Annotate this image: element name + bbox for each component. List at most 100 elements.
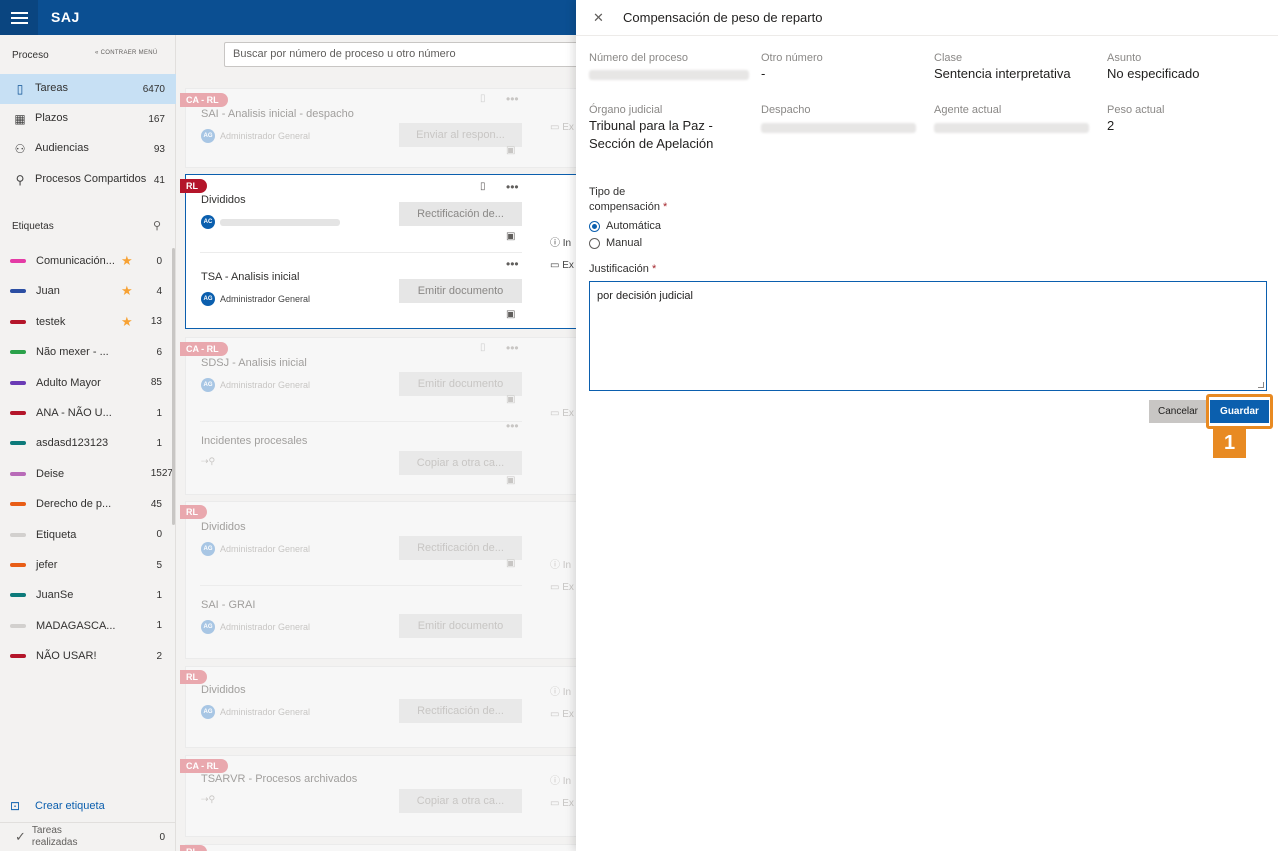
field-label: Agente actual (934, 104, 1002, 116)
tag-count: 1527 (150, 468, 173, 480)
side-info: ▭ Ex (550, 408, 574, 419)
tag-label: testek (36, 315, 66, 328)
task-action-button[interactable]: Emitir documento (399, 279, 522, 303)
tags-heading: Etiquetas (12, 221, 54, 232)
more-options-icon[interactable]: ••• (506, 257, 519, 271)
justification-textarea[interactable]: por decisión judicial (589, 281, 1267, 391)
tag-item[interactable]: Comunicación... ★ 0 (0, 251, 176, 271)
blurred-office (761, 123, 916, 133)
tag-label: Derecho de p... (36, 498, 112, 511)
tag-item[interactable]: MADAGASCA... 1 (0, 616, 176, 636)
task-action-button[interactable]: Rectificación de... (399, 536, 522, 560)
radio-automatica[interactable]: Automática (589, 220, 661, 232)
calendar-small-icon[interactable]: ▣ (506, 145, 515, 156)
tag-item[interactable]: Juan ★ 4 (0, 281, 176, 301)
sidebar-heading: Proceso (12, 50, 49, 61)
save-button[interactable]: Guardar (1210, 400, 1269, 423)
side-info: ▭ Ex (550, 798, 574, 809)
task-card[interactable]: CA - RL SAI - Analisis inicial - despach… (180, 88, 585, 168)
task-action-button[interactable]: Emitir documento (399, 614, 522, 638)
task-owner: AG Administrador General (201, 378, 310, 392)
more-options-icon[interactable]: ••• (506, 180, 519, 194)
tag-item[interactable]: Adulto Mayor 85 (0, 373, 176, 393)
tag-count: 4 (156, 285, 162, 297)
task-card[interactable]: CA - RL TSARVR - Procesos archivados ⇢⚲ … (180, 755, 585, 837)
done-tasks-item[interactable]: ✓ Tareas realizadas 0 (0, 822, 176, 851)
search-icon[interactable]: ⚲ (153, 219, 161, 232)
field-value: No especificado (1107, 66, 1200, 81)
radio-unselected-icon[interactable] (589, 237, 600, 249)
task-title: TSARVR - Procesos archivados (201, 773, 358, 785)
sidebar-item-plazos[interactable]: ▦ Plazos 167 (0, 104, 176, 134)
compensation-type-label: Tipo de compensación * (589, 186, 668, 213)
tag-color-icon (10, 532, 26, 537)
task-title: Divididos (201, 194, 246, 206)
tag-item[interactable]: Deise 1527 (0, 464, 176, 484)
calendar-small-icon[interactable]: ▣ (506, 231, 515, 242)
calendar-small-icon[interactable]: ▣ (506, 475, 515, 486)
document-icon[interactable]: ▯ (480, 342, 486, 353)
calendar-small-icon[interactable]: ▣ (506, 309, 515, 320)
collapse-menu-button[interactable]: « CONTRAER MENÚ (95, 50, 158, 56)
task-title: SAI - GRAI (201, 599, 256, 611)
tag-item[interactable]: ANA - NÃO U... 1 (0, 403, 176, 423)
close-icon[interactable]: ✕ (593, 10, 604, 26)
compensation-panel: ✕ Compensación de peso de reparto Número… (576, 0, 1278, 851)
more-options-icon[interactable]: ••• (506, 419, 519, 433)
tag-item[interactable]: Não mexer - ... 6 (0, 342, 176, 362)
tag-item[interactable]: asdasd123123 1 (0, 433, 176, 453)
task-action-button[interactable]: Rectificación de... (399, 699, 522, 723)
star-icon[interactable]: ★ (121, 253, 133, 269)
sidebar-item-audiencias[interactable]: ⚇ Audiencias 93 (0, 134, 176, 164)
task-card-selected[interactable]: RL Divididos AC Rectificación de... ▯ ••… (180, 174, 585, 329)
sidebar-item-tareas[interactable]: ▯ Tareas 6470 (0, 74, 176, 104)
tag-item[interactable]: Derecho de p... 45 (0, 494, 176, 514)
task-card[interactable]: CA - RL SDSJ - Analisis inicial AG Admini… (180, 337, 585, 495)
task-action-button[interactable]: Copiar a otra ca... (399, 451, 522, 475)
tag-label: JuanSe (36, 589, 74, 602)
field-label: Número del proceso (589, 52, 689, 64)
sidebar-scrollbar[interactable] (172, 248, 175, 525)
task-list-area: Buscar por número de proceso u otro núme… (176, 35, 585, 851)
tag-count: 1 (156, 620, 162, 632)
tag-item[interactable]: JuanSe 1 (0, 585, 176, 605)
tag-item[interactable]: testek ★ 13 (0, 312, 176, 332)
calendar-small-icon[interactable]: ▣ (506, 394, 515, 405)
tag-count: 85 (150, 377, 162, 389)
calendar-small-icon[interactable]: ▣ (506, 558, 515, 569)
task-action-button[interactable]: Enviar al respon... (399, 123, 522, 147)
task-action-button[interactable]: Rectificación de... (399, 202, 522, 226)
tag-count: 0 (156, 255, 162, 267)
tag-color-icon (10, 259, 26, 263)
more-options-icon[interactable]: ••• (506, 341, 519, 355)
task-action-button[interactable]: Copiar a otra ca... (399, 789, 522, 813)
side-info: ▭ Ex (550, 709, 574, 720)
tag-item[interactable]: Etiqueta 0 (0, 525, 176, 545)
star-icon[interactable]: ★ (121, 314, 133, 330)
tag-add-icon: ⊡ (10, 799, 21, 813)
task-action-button[interactable]: Emitir documento (399, 372, 522, 396)
search-input[interactable]: Buscar por número de proceso u otro núme… (224, 42, 584, 67)
sidebar-item-procesos-compartidos[interactable]: ⚲ Procesos Compartidos 41 (0, 164, 176, 196)
cancel-button[interactable]: Cancelar (1149, 400, 1207, 423)
resize-handle[interactable] (1258, 382, 1264, 388)
avatar: AG (201, 705, 215, 719)
star-icon[interactable]: ★ (121, 283, 133, 299)
more-options-icon[interactable]: ••• (506, 92, 519, 106)
tag-item[interactable]: NÃO USAR! 2 (0, 646, 176, 666)
task-card[interactable]: RL Divididos AG Administrador General Rec… (180, 501, 585, 659)
menu-icon[interactable] (0, 0, 38, 35)
create-tag-button[interactable]: ⊡ Crear etiqueta (10, 799, 105, 813)
check-icon: ✓ (15, 829, 26, 844)
task-card[interactable]: RL Divididos AG Administrador General Rec… (180, 666, 585, 748)
tag-item[interactable]: jefer 5 (0, 555, 176, 575)
radio-manual[interactable]: Manual (589, 237, 642, 249)
tag-label: ANA - NÃO U... (36, 407, 112, 419)
document-icon[interactable]: ▯ (480, 181, 486, 192)
task-owner: AG Administrador General (201, 705, 310, 719)
task-card[interactable]: RL (180, 844, 585, 851)
tag-label: Comunicación... (36, 255, 115, 267)
document-icon[interactable]: ▯ (480, 93, 486, 104)
radio-selected-icon[interactable] (589, 220, 600, 232)
field-label: Asunto (1107, 52, 1142, 64)
